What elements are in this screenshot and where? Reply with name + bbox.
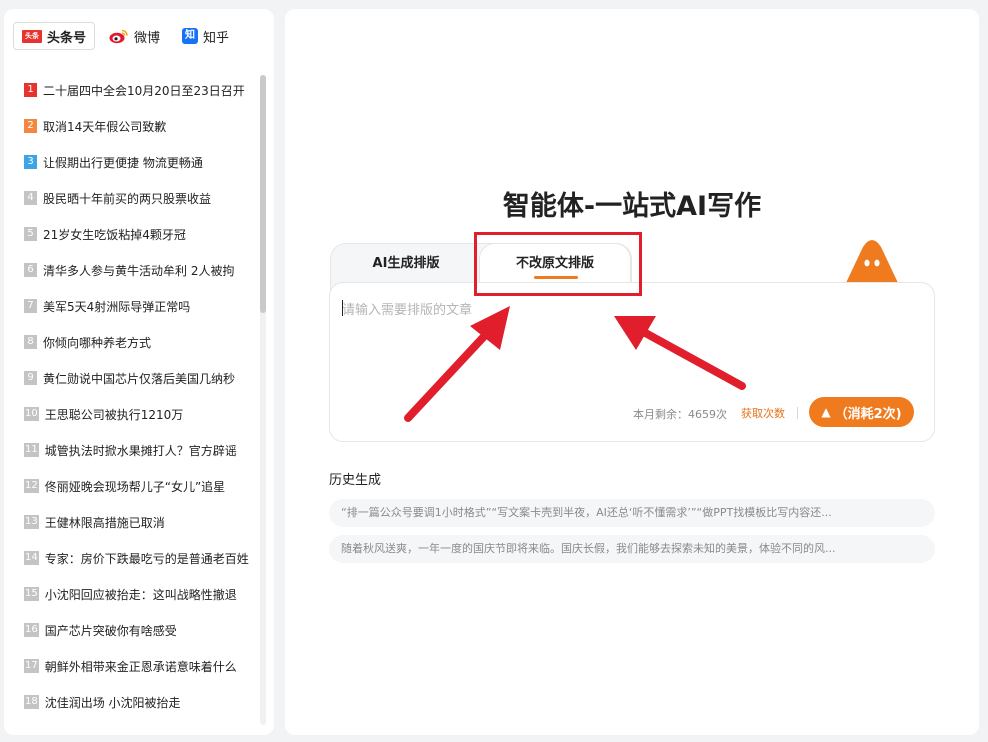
rank-badge: 18 <box>24 695 39 709</box>
rank-badge: 5 <box>24 227 37 241</box>
weibo-logo-icon <box>109 29 128 44</box>
hot-item-title: 朝鲜外相带来金正恩承诺意味着什么 <box>44 659 237 674</box>
rank-badge: 12 <box>24 479 39 493</box>
rank-badge: 3 <box>24 155 37 169</box>
hot-item[interactable]: 2 取消14天年假公司致歉 <box>24 108 259 144</box>
hot-item[interactable]: 12 佟丽娅晚会现场帮儿子“女儿”追星 <box>24 468 259 504</box>
editor-box: 本月剩余：4659次 获取次数 ▲ （消耗2次) <box>329 282 935 442</box>
divider <box>797 407 798 419</box>
scrollbar-thumb[interactable] <box>260 75 266 313</box>
tab-weibo[interactable]: 微博 <box>101 22 168 50</box>
hot-item[interactable]: 5 21岁女生吃饭粘掉4颗牙冠 <box>24 216 259 252</box>
tab-keep-original-label: 不改原文排版 <box>515 256 594 271</box>
hot-item[interactable]: 14 专家：房价下跌最吃亏的是普通老百姓 <box>24 540 259 576</box>
hot-item-title: 清华多人参与黄牛活动牟利 2人被拘 <box>43 263 235 278</box>
hot-item[interactable]: 18 沈佳润出场 小沈阳被抬走 <box>24 684 259 720</box>
rank-badge: 17 <box>24 659 39 673</box>
hot-item[interactable]: 8 你倾向哪种养老方式 <box>24 324 259 360</box>
rank-badge: 6 <box>24 263 37 277</box>
zhihu-logo-icon: 知 <box>182 28 199 44</box>
hot-item[interactable]: 13 王健林限高措施已取消 <box>24 504 259 540</box>
tab-weibo-label: 微博 <box>134 30 161 46</box>
history-item[interactable]: “排一篇公众号要调1小时格式”“写文案卡壳到半夜，AI还总‘听不懂需求’”“做P… <box>329 499 935 527</box>
hot-item-title: 专家：房价下跌最吃亏的是普通老百姓 <box>44 551 249 566</box>
hot-item-title: 黄仁勋说中国芯片仅落后美国几纳秒 <box>43 371 236 386</box>
hot-item-title: 王健林限高措施已取消 <box>44 515 165 530</box>
rank-badge: 9 <box>24 371 37 385</box>
get-more-link[interactable]: 获取次数 <box>741 405 785 421</box>
hot-item-title: 你倾向哪种养老方式 <box>43 335 152 350</box>
toutiao-logo-icon: 头条 <box>22 29 42 43</box>
history-item[interactable]: 随着秋风送爽，一年一度的国庆节即将来临。国庆长假，我们能够去探索未知的美景，体验… <box>329 535 935 563</box>
tab-zhihu-label: 知乎 <box>203 30 230 46</box>
hot-item-title: 国产芯片突破你有啥感受 <box>44 623 177 638</box>
hot-list: 1 二十届四中全会10月20日至23日召开 2 取消14天年假公司致歉 3 让假期出行… <box>24 72 259 720</box>
rank-badge: 15 <box>24 587 39 601</box>
ghost-mascot-icon <box>845 240 899 285</box>
hot-item-title: 小沈阳回应被抬走：这叫战略性撤退 <box>44 587 237 602</box>
tab-zhihu[interactable]: 知 知乎 <box>174 22 237 50</box>
hot-item[interactable]: 3 让假期出行更便捷 物流更畅通 <box>24 144 259 180</box>
hot-item[interactable]: 10 王思聪公司被执行1210万 <box>24 396 259 432</box>
hot-item-title: 21岁女生吃饭粘掉4颗牙冠 <box>43 227 186 242</box>
hot-item-title: 王思聪公司被执行1210万 <box>44 407 184 422</box>
history-title: 历史生成 <box>329 473 382 488</box>
text-caret <box>342 300 343 316</box>
quota-remaining: 本月剩余：4659次 <box>633 408 727 421</box>
hot-item-title: 让假期出行更便捷 物流更畅通 <box>43 155 203 170</box>
page-title: 智能体-一站式AI写作 <box>502 191 762 222</box>
hot-list-scrollbar[interactable] <box>260 75 266 725</box>
hot-item-title: 沈佳润出场 小沈阳被抬走 <box>44 695 181 710</box>
rank-badge: 1 <box>24 83 37 97</box>
rank-badge: 14 <box>24 551 39 565</box>
tab-toutiao[interactable]: 头条 头条号 <box>13 22 96 50</box>
rank-badge: 16 <box>24 623 39 637</box>
hot-item[interactable]: 15 小沈阳回应被抬走：这叫战略性撤退 <box>24 576 259 612</box>
rank-badge: 2 <box>24 119 37 133</box>
submit-label: （消耗2次) <box>834 406 902 422</box>
rank-badge: 11 <box>24 443 39 457</box>
hot-item-title: 股民晒十年前买的两只股票收益 <box>43 191 212 206</box>
rank-badge: 10 <box>24 407 39 421</box>
hot-list-panel: 头条 头条号 微博 知 知乎 1 二十届四中全会10月20日至23日召开 2 取消1… <box>4 9 274 735</box>
hot-item-title: 佟丽娅晚会现场帮儿子“女儿”追星 <box>44 479 226 494</box>
active-tab-indicator <box>534 276 578 279</box>
rank-badge: 4 <box>24 191 37 205</box>
hot-item[interactable]: 9 黄仁勋说中国芯片仅落后美国几纳秒 <box>24 360 259 396</box>
hot-item[interactable]: 7 美军5天4射洲际导弹正常吗 <box>24 288 259 324</box>
hot-item[interactable]: 11 城管执法时掀水果摊打人？官方辟谣 <box>24 432 259 468</box>
hot-item[interactable]: 4 股民晒十年前买的两只股票收益 <box>24 180 259 216</box>
hot-item[interactable]: 16 国产芯片突破你有啥感受 <box>24 612 259 648</box>
tab-toutiao-label: 头条号 <box>47 30 87 46</box>
hot-item-title: 美军5天4射洲际导弹正常吗 <box>43 299 191 314</box>
hot-item-title: 城管执法时掀水果摊打人？官方辟谣 <box>44 443 237 458</box>
hot-item[interactable]: 1 二十届四中全会10月20日至23日召开 <box>24 72 259 108</box>
triangle-up-icon: ▲ <box>821 405 831 419</box>
writing-panel: 智能体-一站式AI写作 AI生成排版 不改原文排版 本月剩余：4659次 获取次… <box>285 9 979 735</box>
rank-badge: 13 <box>24 515 39 529</box>
rank-badge: 7 <box>24 299 37 313</box>
rank-badge: 8 <box>24 335 37 349</box>
hot-item[interactable]: 6 清华多人参与黄牛活动牟利 2人被拘 <box>24 252 259 288</box>
article-input[interactable] <box>342 299 922 389</box>
source-tabs: 头条 头条号 微博 知 知乎 <box>13 22 243 50</box>
hot-item-title: 二十届四中全会10月20日至23日召开 <box>43 83 245 98</box>
hot-item-title: 取消14天年假公司致歉 <box>43 119 167 134</box>
submit-button[interactable]: ▲ （消耗2次) <box>809 397 914 427</box>
hot-item[interactable]: 17 朝鲜外相带来金正恩承诺意味着什么 <box>24 648 259 684</box>
